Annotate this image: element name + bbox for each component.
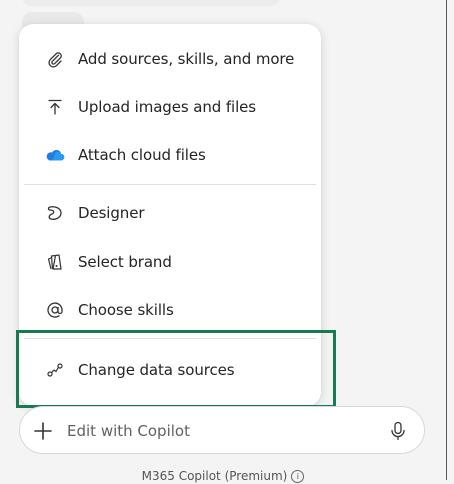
composer-input[interactable]: Edit with Copilot <box>19 406 425 454</box>
menu-item-label: Select brand <box>78 253 172 271</box>
window-edge <box>446 0 447 480</box>
menu-item-attach-cloud[interactable]: Attach cloud files <box>19 135 321 175</box>
menu-item-label: Change data sources <box>78 361 235 379</box>
designer-icon <box>45 203 65 223</box>
menu-item-select-brand[interactable]: Select brand <box>19 242 321 282</box>
model-name: M365 Copilot (Premium) <box>141 469 288 483</box>
composer-placeholder: Edit with Copilot <box>67 422 190 440</box>
menu-item-label: Choose skills <box>78 301 174 319</box>
menu-separator <box>24 184 316 185</box>
menu-item-add-sources[interactable]: Add sources, skills, and more <box>19 39 321 79</box>
menu-item-change-data-sources[interactable]: Change data sources <box>19 350 321 390</box>
model-label: M365 Copilot (Premium) i <box>0 468 446 484</box>
menu-item-label: Add sources, skills, and more <box>78 50 295 68</box>
previous-message-card <box>22 0 280 6</box>
microphone-icon[interactable] <box>388 421 408 441</box>
menu-item-label: Upload images and files <box>78 98 256 116</box>
attach-menu: Add sources, skills, and more Upload ima… <box>19 24 321 406</box>
data-source-icon <box>45 360 65 380</box>
menu-item-label: Attach cloud files <box>78 146 206 164</box>
menu-item-label: Designer <box>78 204 145 222</box>
menu-item-upload[interactable]: Upload images and files <box>19 87 321 127</box>
upload-icon <box>45 97 65 117</box>
info-icon[interactable]: i <box>291 470 305 483</box>
menu-item-designer[interactable]: Designer <box>19 193 321 233</box>
menu-item-choose-skills[interactable]: Choose skills <box>19 290 321 330</box>
cloud-icon <box>45 145 65 165</box>
plus-icon[interactable] <box>32 420 54 442</box>
menu-separator <box>24 338 316 339</box>
brand-kit-icon <box>45 252 65 272</box>
paperclip-icon <box>45 49 65 69</box>
at-sign-icon <box>45 300 65 320</box>
